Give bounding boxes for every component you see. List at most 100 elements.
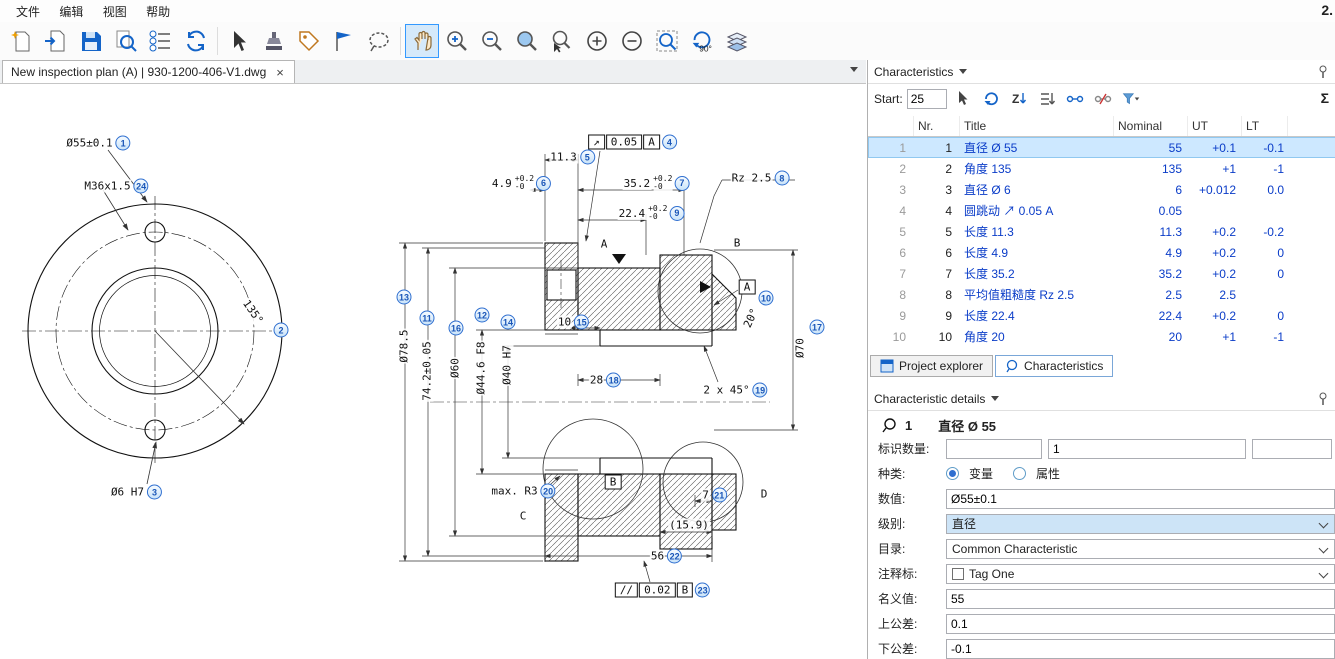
balloon-8[interactable]: 8 <box>774 171 789 186</box>
select-cursor-button[interactable] <box>222 24 256 58</box>
filter-button[interactable] <box>1119 87 1143 111</box>
balloon-20[interactable]: 20 <box>541 484 556 499</box>
flag-tool-button[interactable] <box>327 24 361 58</box>
balloon-7[interactable]: 7 <box>674 176 689 191</box>
layers-button[interactable] <box>720 24 754 58</box>
column-header-lt[interactable]: LT <box>1242 116 1288 136</box>
radio-variable[interactable] <box>946 467 959 480</box>
pan-tool-button[interactable] <box>405 24 439 58</box>
pick-balloon-button[interactable] <box>951 87 975 111</box>
column-header-index[interactable] <box>868 116 914 136</box>
table-row[interactable]: 4 4 圆跳动 ↗ 0.05 A 0.05 <box>868 200 1335 221</box>
balloon-5[interactable]: 5 <box>580 150 595 165</box>
balloon-24[interactable]: 24 <box>134 179 149 194</box>
renumber-rotate-button[interactable] <box>979 87 1003 111</box>
balloon-16[interactable]: 16 <box>449 321 464 336</box>
catalog-select[interactable]: Common Characteristic <box>946 539 1335 559</box>
table-row[interactable]: 9 9 长度 22.4 22.4 +0.2 0 <box>868 305 1335 326</box>
value-input[interactable] <box>946 489 1335 509</box>
zoom-out-button[interactable] <box>475 24 509 58</box>
menu-item[interactable]: 编辑 <box>51 3 91 21</box>
balloon-11[interactable]: 11 <box>420 311 435 326</box>
tag-checkbox[interactable] <box>952 568 964 580</box>
balloon-19[interactable]: 19 <box>753 383 768 398</box>
balloon-13[interactable]: 13 <box>397 290 412 305</box>
table-row[interactable]: 3 3 直径 Ø 6 6 +0.012 0.0 <box>868 179 1335 200</box>
table-row[interactable]: 7 7 长度 35.2 35.2 +0.2 0 <box>868 263 1335 284</box>
panel-collapse-chevron-icon[interactable] <box>959 69 967 74</box>
menu-item[interactable]: 帮助 <box>138 3 178 21</box>
table-row[interactable]: 2 2 角度 135 135 +1 -1 <box>868 158 1335 179</box>
zoom-fit-button[interactable] <box>510 24 544 58</box>
balloon-3[interactable]: 3 <box>147 485 162 500</box>
menu-item[interactable]: 文件 <box>8 3 48 21</box>
balloon-4[interactable]: 4 <box>662 135 677 150</box>
table-row[interactable]: 8 8 平均值粗糙度 Rz 2.5 2.5 2.5 <box>868 284 1335 305</box>
lower-tolerance-input[interactable] <box>946 639 1335 659</box>
balloon-10[interactable]: 10 <box>759 291 774 306</box>
zoom-in-button[interactable] <box>440 24 474 58</box>
table-row[interactable]: 6 6 长度 4.9 4.9 +0.2 0 <box>868 242 1335 263</box>
balloon-23[interactable]: 23 <box>695 583 710 598</box>
tab-characteristics[interactable]: Characteristics <box>995 355 1113 377</box>
start-number-input[interactable] <box>907 89 947 109</box>
level-select[interactable]: 直径 <box>946 514 1335 534</box>
nominal-input[interactable] <box>946 589 1335 609</box>
row-ut: +0.2 <box>1188 309 1242 323</box>
document-tab[interactable]: New inspection plan (A) | 930-1200-406-V… <box>2 60 295 83</box>
new-document-button[interactable] <box>4 24 38 58</box>
balloon-list-button[interactable] <box>144 24 178 58</box>
balloon-15[interactable]: 15 <box>574 315 589 330</box>
radio-attribute[interactable] <box>1013 467 1026 480</box>
pin-icon[interactable] <box>1317 65 1329 79</box>
balloon-12[interactable]: 12 <box>475 308 490 323</box>
characteristic-details-header: Characteristic details <box>868 387 1335 411</box>
balloon-21[interactable]: 21 <box>712 488 727 503</box>
zoom-selection-button[interactable] <box>650 24 684 58</box>
column-header-nr[interactable]: Nr. <box>914 116 960 136</box>
details-pin-icon[interactable] <box>1317 392 1329 406</box>
column-header-ut[interactable]: UT <box>1188 116 1242 136</box>
balloon-6[interactable]: 6 <box>536 176 551 191</box>
balloon-1[interactable]: 1 <box>116 136 131 151</box>
balloon-9[interactable]: 9 <box>669 206 684 221</box>
sort-list-button[interactable] <box>1035 87 1059 111</box>
link-characteristics-button[interactable] <box>1063 87 1087 111</box>
remove-circle-button[interactable] <box>615 24 649 58</box>
balloon-14[interactable]: 14 <box>501 315 516 330</box>
column-header-title[interactable]: Title <box>960 116 1114 136</box>
menu-item[interactable]: 视图 <box>95 3 135 21</box>
table-row[interactable]: 10 10 角度 20 20 +1 -1 <box>868 326 1335 347</box>
balloon-2[interactable]: 2 <box>274 323 289 338</box>
table-row[interactable]: 1 1 直径 Ø 55 55 +0.1 -0.1 <box>868 137 1335 158</box>
save-button[interactable] <box>74 24 108 58</box>
upper-tolerance-input[interactable] <box>946 614 1335 634</box>
balloon-22[interactable]: 22 <box>667 549 682 564</box>
tab-list-chevron-icon[interactable] <box>850 67 858 72</box>
add-circle-button[interactable] <box>580 24 614 58</box>
zoom-cursor-button[interactable] <box>545 24 579 58</box>
unlink-characteristics-button[interactable] <box>1091 87 1115 111</box>
balloon-18[interactable]: 18 <box>606 373 621 388</box>
update-balloons-button[interactable] <box>179 24 213 58</box>
find-balloon-button[interactable] <box>109 24 143 58</box>
tab-project-explorer[interactable]: Project explorer <box>870 355 993 377</box>
table-row[interactable]: 5 5 长度 11.3 11.3 +0.2 -0.2 <box>868 221 1335 242</box>
renumber-z-button[interactable]: Z <box>1007 87 1031 111</box>
lasso-tool-button[interactable] <box>362 24 396 58</box>
tag-select[interactable]: Tag One <box>946 564 1335 584</box>
column-header-nominal[interactable]: Nominal <box>1114 116 1188 136</box>
balloon-17[interactable]: 17 <box>810 320 825 335</box>
tag-tool-button[interactable] <box>292 24 326 58</box>
details-collapse-chevron-icon[interactable] <box>991 396 999 401</box>
stamp-tool-button[interactable] <box>257 24 291 58</box>
open-document-button[interactable] <box>39 24 73 58</box>
drawing-viewport[interactable]: Ø55±0.11M36x1.524135°2Ø6 H73↗0.05A411.35… <box>0 84 866 659</box>
sigma-summary-icon[interactable]: Σ <box>1321 90 1329 106</box>
rotate-90-button[interactable]: 90° <box>685 24 719 58</box>
count-input-2[interactable] <box>1048 439 1246 459</box>
count-input-3[interactable] <box>1252 439 1332 459</box>
tab-close-icon[interactable]: × <box>274 65 286 80</box>
field-label-catalog: 目录: <box>878 540 940 557</box>
count-input-1[interactable] <box>946 439 1042 459</box>
